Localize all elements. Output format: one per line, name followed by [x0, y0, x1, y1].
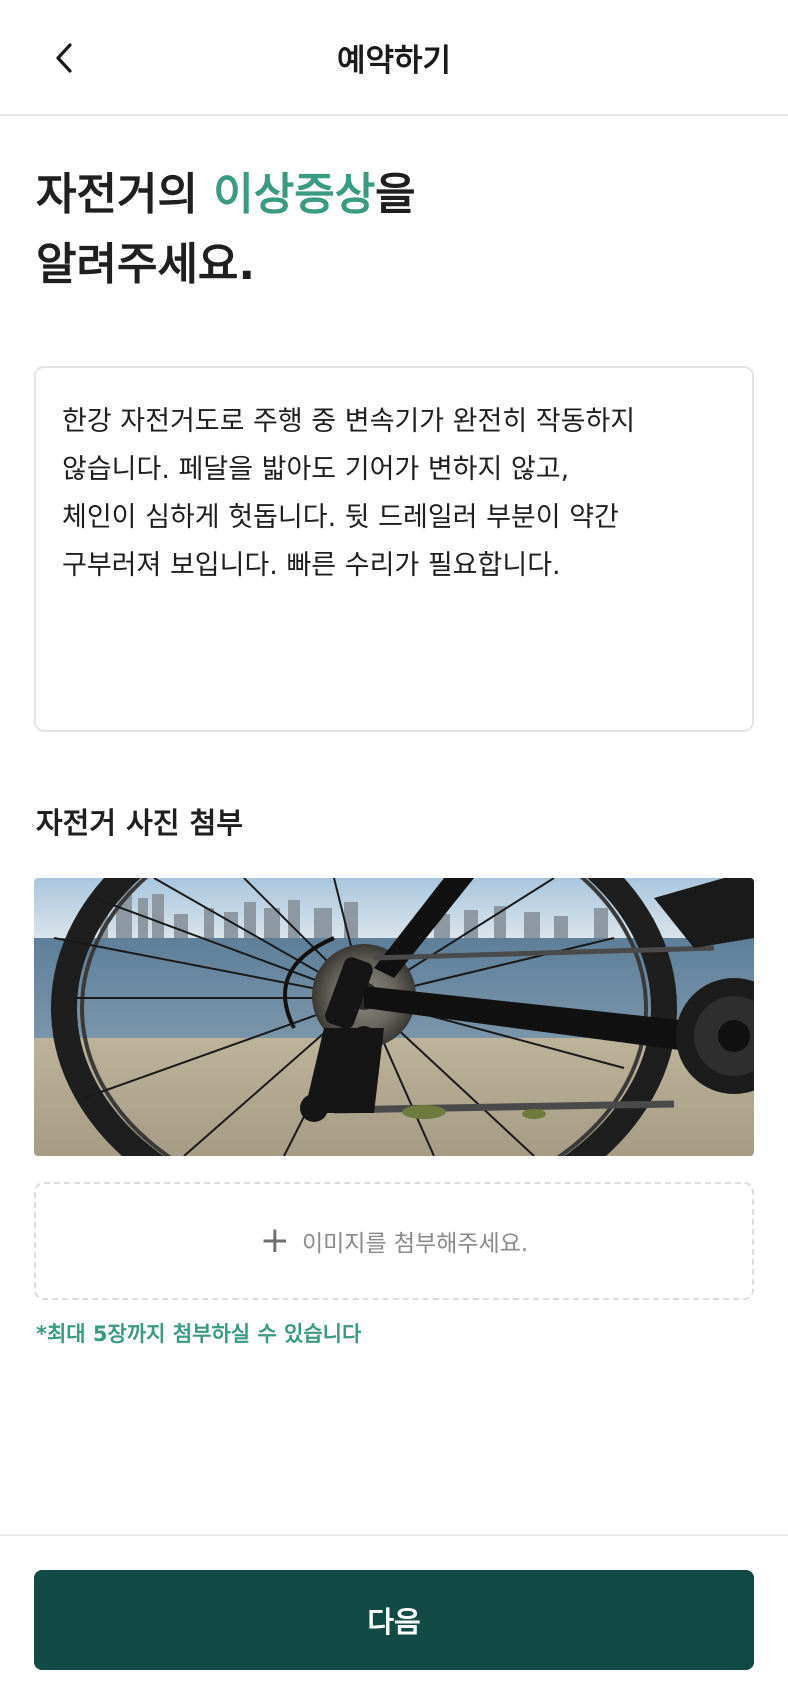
photo-section-label: 자전거 사진 첨부 [36, 806, 243, 840]
plus-icon: + [259, 1220, 290, 1261]
top-app-bar: 예약하기 [0, 0, 788, 116]
attached-bike-photo[interactable] [34, 878, 754, 1156]
symptom-textarea[interactable]: 한강 자전거도로 주행 중 변속기가 완전히 작동하지 않습니다. 페달을 밟아… [34, 366, 754, 732]
headline-line2: 알려주세요. [36, 239, 256, 290]
headline-accent: 이상증상 [213, 169, 376, 220]
reservation-page: 예약하기 자전거의 이상증상을 알려주세요. 한강 자전거도로 주행 중 변속기… [0, 0, 788, 1704]
headline: 자전거의 이상증상을 알려주세요. [36, 160, 416, 300]
page-title: 예약하기 [336, 42, 452, 79]
next-button[interactable]: 다음 [34, 1570, 754, 1670]
headline-suffix: 을 [375, 169, 416, 220]
footer-divider [0, 1534, 788, 1536]
next-button-label: 다음 [367, 1605, 421, 1639]
bike-photo-image [34, 878, 754, 1156]
headline-line1: 자전거의 이상증상을 [36, 160, 416, 230]
symptom-text: 한강 자전거도로 주행 중 변속기가 완전히 작동하지 않습니다. 페달을 밟아… [62, 406, 636, 581]
attach-image-button[interactable]: + 이미지를 첨부해주세요. [34, 1182, 754, 1300]
attach-limit-note: *최대 5장까지 첨부하실 수 있습니다 [36, 1322, 362, 1346]
headline-prefix: 자전거의 [36, 169, 214, 220]
attach-label: 이미지를 첨부해주세요. [301, 1231, 529, 1257]
chevron-left-icon [56, 43, 72, 73]
back-button[interactable] [44, 38, 84, 78]
